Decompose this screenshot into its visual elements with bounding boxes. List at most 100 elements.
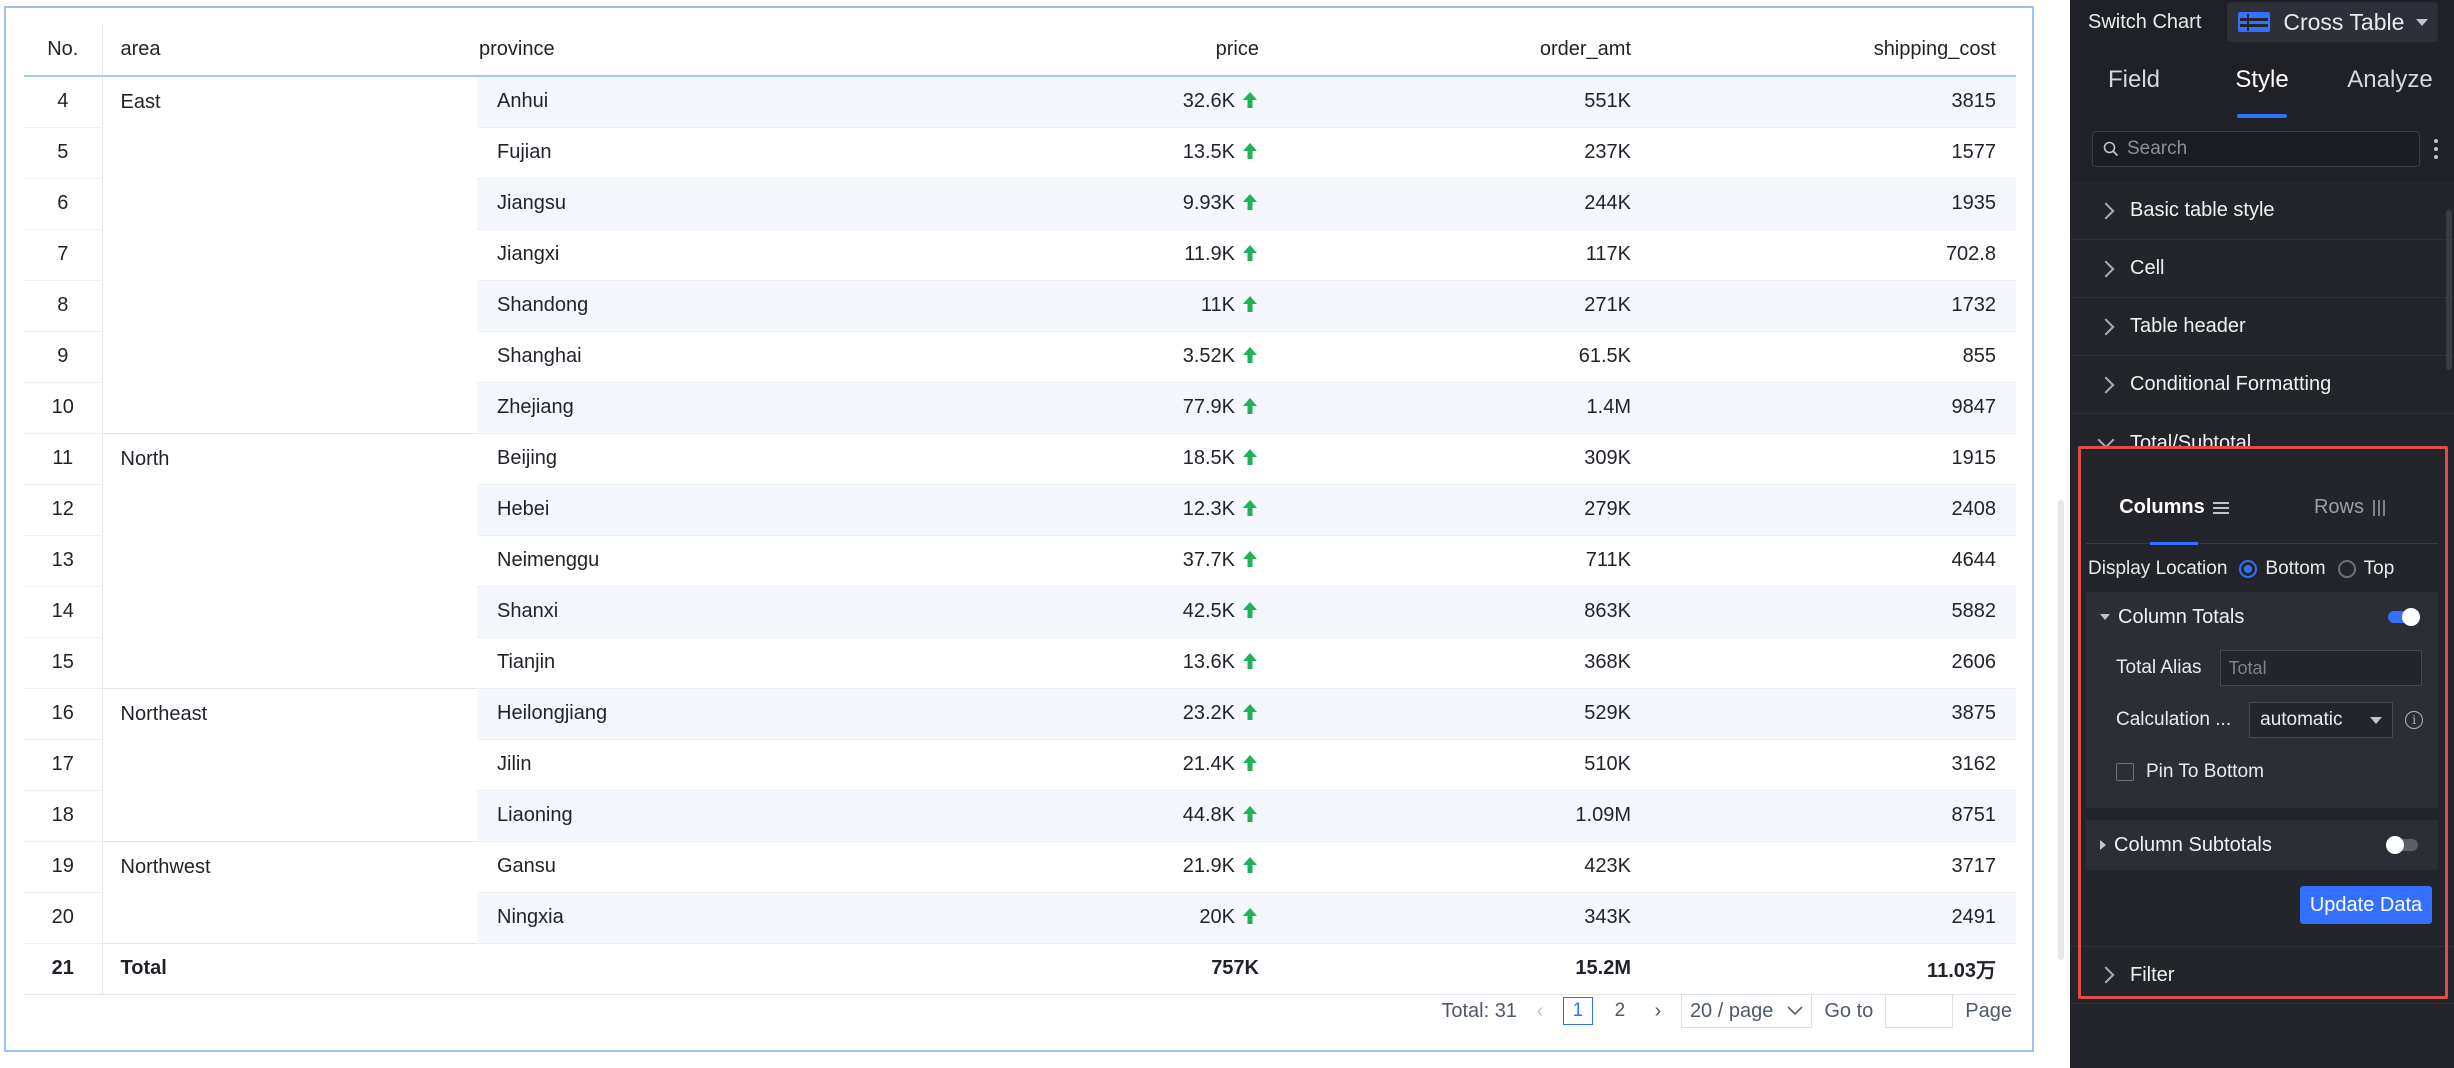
- arrow-up-icon: [1243, 602, 1257, 618]
- header-shipping-cost[interactable]: shipping_cost: [1631, 24, 2016, 77]
- cell-shipping-cost: 2606: [1631, 637, 2016, 689]
- chevron-right-icon: [2097, 318, 2115, 335]
- column-totals-header[interactable]: Column Totals: [2086, 592, 2438, 642]
- page-2-button[interactable]: 2: [1605, 997, 1635, 1025]
- header-area[interactable]: area: [102, 24, 477, 77]
- page-size-select[interactable]: 20 / page: [1680, 994, 1813, 1028]
- next-page-icon[interactable]: ›: [1647, 1000, 1669, 1023]
- subtab-columns[interactable]: Columns: [2086, 496, 2262, 545]
- caret-down-icon: [2416, 18, 2429, 26]
- cell-order-amt: 279K: [1259, 484, 1631, 536]
- cell-shipping-cost: 855: [1631, 331, 2016, 383]
- subtab-rows[interactable]: Rows: [2262, 496, 2438, 519]
- section-filter[interactable]: Filter: [2070, 946, 2454, 1004]
- header-no[interactable]: No.: [24, 24, 103, 77]
- section-total-subtotal[interactable]: Total/Subtotal: [2070, 414, 2454, 472]
- section-table-header[interactable]: Table header: [2070, 298, 2454, 356]
- price-value: 11.9K: [1184, 243, 1235, 265]
- location-top-label: Top: [2363, 558, 2395, 579]
- cell-shipping-cost: 1732: [1631, 280, 2016, 332]
- caret-down-icon: [2100, 614, 2110, 620]
- update-data-button[interactable]: Update Data: [2300, 886, 2432, 924]
- cell-price: 11.9K: [737, 229, 1259, 281]
- cell-order-amt: 711K: [1259, 535, 1631, 587]
- location-bottom-option[interactable]: Bottom: [2239, 558, 2326, 580]
- subtab-columns-label: Columns: [2119, 496, 2205, 518]
- tab-field[interactable]: Field: [2070, 66, 2198, 94]
- search-input[interactable]: Search: [2092, 131, 2420, 167]
- cell-price: 12.3K: [737, 484, 1259, 536]
- table-body: 4 East Anhui 32.6K 551K 3815 5 Fujian 13.5K 237K 1…: [24, 76, 2016, 995]
- cell-shipping-cost: 9847: [1631, 382, 2016, 434]
- cell-no: 18: [24, 790, 103, 842]
- pin-to-bottom-checkbox[interactable]: [2116, 763, 2134, 781]
- section-label: Basic table style: [2130, 199, 2275, 221]
- location-top-option[interactable]: Top: [2337, 558, 2395, 580]
- cell-order-amt: 117K: [1259, 229, 1631, 281]
- table-scrollbar[interactable]: [2058, 500, 2064, 960]
- pin-to-bottom-row: Pin To Bottom: [2086, 746, 2438, 798]
- cell-price: 11K: [737, 280, 1259, 332]
- section-basic-table-style[interactable]: Basic table style: [2070, 182, 2454, 240]
- total-label: Total: [102, 943, 477, 995]
- tab-style[interactable]: Style: [2198, 66, 2326, 118]
- price-value: 18.5K: [1182, 447, 1235, 469]
- cell-shipping-cost: 3815: [1631, 76, 2016, 128]
- section-label: Filter: [2130, 963, 2175, 986]
- cell-province: Liaoning: [477, 790, 737, 842]
- header-order-amt[interactable]: order_amt: [1259, 24, 1631, 77]
- column-totals-toggle[interactable]: [2388, 608, 2420, 626]
- more-options-icon[interactable]: [2432, 139, 2440, 159]
- cell-province: Shandong: [477, 280, 737, 332]
- total-alias-placeholder: Total: [2228, 657, 2267, 678]
- section-conditional-formatting[interactable]: Conditional Formatting: [2070, 356, 2454, 414]
- cell-order-amt: 1.4M: [1259, 382, 1631, 434]
- price-value: 32.6K: [1182, 90, 1235, 113]
- header-price[interactable]: price: [737, 24, 1259, 77]
- cell-order-amt: 309K: [1259, 433, 1631, 485]
- column-subtotals-toggle[interactable]: [2386, 836, 2418, 854]
- panel-scrollbar[interactable]: [2446, 210, 2452, 370]
- cell-price: 3.52K: [737, 331, 1259, 383]
- info-icon[interactable]: i: [2405, 711, 2424, 729]
- arrow-up-icon: [1243, 245, 1257, 261]
- price-value: 77.9K: [1182, 396, 1235, 418]
- price-value: 3.52K: [1182, 345, 1235, 367]
- arrow-up-icon: [1243, 296, 1257, 312]
- tab-analyze[interactable]: Analyze: [2326, 66, 2454, 94]
- arrow-up-icon: [1243, 806, 1257, 822]
- cell-no: 4: [24, 76, 103, 128]
- cross-table-frame: No. area province price order_amt shippi…: [4, 6, 2034, 1052]
- prev-page-icon[interactable]: ‹: [1529, 1000, 1551, 1023]
- column-subtotals-header[interactable]: Column Subtotals: [2086, 820, 2438, 870]
- price-value: 37.7K: [1182, 549, 1235, 571]
- cell-order-amt: 244K: [1259, 178, 1631, 230]
- table-row: 11 North Beijing 18.5K 309K 1915: [24, 433, 2016, 689]
- price-value: 21.4K: [1182, 753, 1235, 775]
- calculation-row: Calculation ... automatic i: [2086, 694, 2438, 746]
- table-row: 4 East Anhui 32.6K 551K 3815: [24, 76, 2016, 434]
- caret-down-icon: [2370, 716, 2383, 724]
- header-province[interactable]: province: [477, 24, 737, 77]
- section-label: Total/Subtotal: [2130, 431, 2252, 454]
- chart-type-select[interactable]: Cross Table: [2227, 2, 2439, 42]
- section-cell[interactable]: Cell: [2070, 240, 2454, 298]
- cell-shipping-cost: 1577: [1631, 127, 2016, 179]
- cell-no: 6: [24, 178, 103, 230]
- goto-page-input[interactable]: [1885, 994, 1954, 1028]
- cell-price: 23.2K: [737, 688, 1259, 740]
- cell-province: [477, 943, 737, 995]
- cell-province: Jiangsu: [477, 178, 737, 230]
- total-count: Total: 31: [1441, 999, 1517, 1022]
- price-value: 42.5K: [1182, 600, 1235, 622]
- display-location-row: Display Location Bottom Top: [2070, 544, 2454, 588]
- chevron-down-icon: [2097, 431, 2115, 449]
- arrow-up-icon: [1243, 500, 1257, 516]
- calculation-label: Calculation ...: [2116, 709, 2232, 730]
- page-1-button[interactable]: 1: [1562, 997, 1593, 1025]
- search-icon: [2103, 141, 2119, 157]
- total-alias-input[interactable]: Total: [2219, 650, 2422, 686]
- calculation-select[interactable]: automatic: [2249, 702, 2394, 738]
- cell-no: 15: [24, 637, 103, 689]
- chart-type-value: Cross Table: [2283, 8, 2405, 35]
